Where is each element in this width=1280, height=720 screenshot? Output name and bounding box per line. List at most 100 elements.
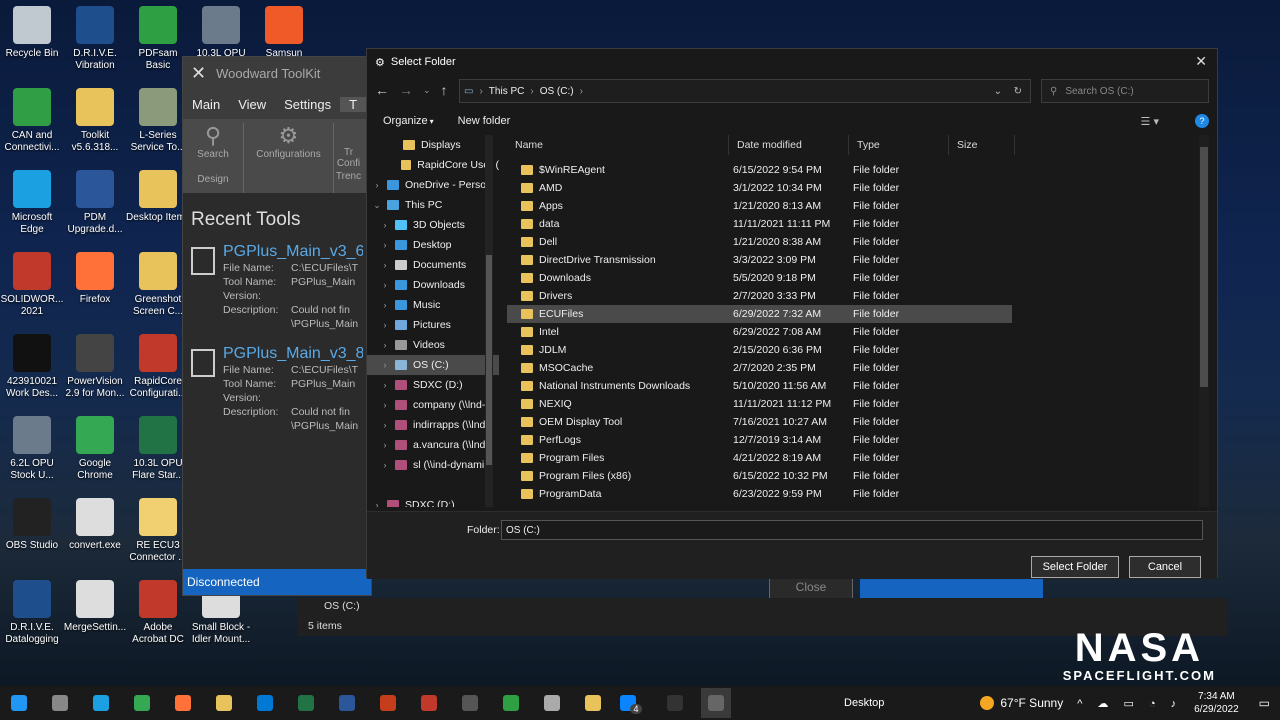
tab-view[interactable]: View: [229, 97, 275, 112]
nav-item[interactable]: › Downloads: [367, 275, 499, 295]
desktop-icon[interactable]: D.R.I.V.E. Vibration: [63, 6, 127, 72]
desktop-toolbar-label[interactable]: Desktop: [844, 697, 884, 709]
file-row[interactable]: AMD 3/1/2022 10:34 PM File folder: [507, 179, 1207, 197]
desktop-icon[interactable]: Adobe Acrobat DC: [126, 580, 190, 646]
close-icon[interactable]: ✕: [1195, 53, 1207, 70]
back-icon[interactable]: ←: [375, 82, 389, 98]
tab-main[interactable]: Main: [183, 97, 229, 112]
nav-item[interactable]: RapidCore User (: [367, 155, 499, 175]
expand-chevron-icon[interactable]: ›: [379, 280, 391, 290]
tray-icons[interactable]: ^ ☁ ▭ ◔ ♪: [1077, 697, 1182, 710]
expand-chevron-icon[interactable]: ›: [379, 320, 391, 330]
recent-tool-entry[interactable]: PGPlus_Main_v3_6 File Name: C:\ECUFiles\T T…: [183, 239, 371, 335]
expand-chevron-icon[interactable]: ›: [379, 380, 391, 390]
expand-chevron-icon[interactable]: ›: [371, 180, 383, 190]
expand-chevron-icon[interactable]: ›: [379, 360, 391, 370]
nav-item[interactable]: ⌄ This PC: [367, 195, 499, 215]
breadcrumb-os-c[interactable]: OS (C:): [540, 86, 574, 97]
nav-item[interactable]: › Documents: [367, 255, 499, 275]
desktop-icon[interactable]: PDFsam Basic: [126, 6, 190, 72]
ribbon-configurations[interactable]: ⚙ Configurations: [243, 123, 333, 193]
file-row[interactable]: Apps 1/21/2020 8:13 AM File folder: [507, 197, 1207, 215]
tools-icon[interactable]: [537, 688, 567, 718]
tab-settings[interactable]: Settings: [275, 97, 340, 112]
new-folder-button[interactable]: New folder: [458, 115, 511, 127]
desktop-icon[interactable]: Greenshot Screen C...: [126, 252, 190, 318]
desktop-icon[interactable]: 423910021 Work Des...: [0, 334, 64, 400]
nav-item[interactable]: › OneDrive - Person: [367, 175, 499, 195]
nav-item[interactable]: › OS (C:): [367, 355, 499, 375]
cancel-button[interactable]: Cancel: [1129, 556, 1201, 578]
forward-icon[interactable]: →: [399, 82, 413, 98]
expand-chevron-icon[interactable]: ›: [379, 220, 391, 230]
desktop-icon[interactable]: Recycle Bin: [0, 6, 64, 60]
column-name[interactable]: Name: [507, 135, 729, 155]
column-type[interactable]: Type: [849, 135, 949, 155]
desktop-icon[interactable]: RE ECU3 Connector ...: [126, 498, 190, 564]
expand-chevron-icon[interactable]: ›: [371, 500, 383, 507]
organize-button[interactable]: Organize: [383, 115, 428, 127]
desktop-icon[interactable]: Toolkit v5.6.318...: [63, 88, 127, 154]
nav-item[interactable]: › company (\\lnd-: [367, 395, 499, 415]
column-date-modified[interactable]: Date modified: [729, 135, 849, 155]
expand-chevron-icon[interactable]: ⌄: [371, 200, 383, 211]
powerpoint-icon[interactable]: [373, 688, 403, 718]
navigation-scrollbar[interactable]: [485, 135, 493, 507]
desktop-icon[interactable]: Google Chrome: [63, 416, 127, 482]
file-row[interactable]: DirectDrive Transmission 3/3/2022 3:09 PM…: [507, 251, 1207, 269]
select-folder-button[interactable]: Select Folder: [1031, 556, 1119, 578]
chrome-icon[interactable]: [127, 688, 157, 718]
up-icon[interactable]: ↑: [441, 82, 448, 98]
tool-link[interactable]: PGPlus_Main_v3_6: [223, 243, 363, 261]
recent-dropdown-icon[interactable]: ⌄: [423, 85, 431, 96]
file-row[interactable]: National Instruments Downloads 5/10/2020 …: [507, 377, 1207, 395]
file-row[interactable]: Program Files (x86) 6/15/2022 10:32 PM Fil…: [507, 467, 1207, 485]
nav-item[interactable]: › Desktop: [367, 235, 499, 255]
address-bar[interactable]: ▭ › This PC › OS (C:) › ⌄ ↻: [459, 79, 1031, 103]
task-view-icon[interactable]: [45, 688, 75, 718]
desktop-icon[interactable]: Microsoft Edge: [0, 170, 64, 236]
file-row[interactable]: ECUFiles 6/29/2022 7:32 AM File folder: [507, 305, 1012, 323]
nav-item[interactable]: › Pictures: [367, 315, 499, 335]
file-row[interactable]: ProgramData 6/23/2022 9:59 PM File folder: [507, 485, 1207, 503]
remote-icon[interactable]: 4: [619, 688, 649, 718]
file-list-scroll-thumb[interactable]: [1200, 147, 1208, 387]
ribbon-search[interactable]: ⚲ Search Design: [183, 123, 243, 193]
desktop-icon[interactable]: Desktop Items: [126, 170, 190, 224]
firefox-icon[interactable]: [168, 688, 198, 718]
file-row[interactable]: Dell 1/21/2020 8:38 AM File folder: [507, 233, 1207, 251]
desktop-icon[interactable]: convert.exe: [63, 498, 127, 552]
nav-item[interactable]: › SDXC (D:): [367, 375, 499, 395]
navigation-scroll-thumb[interactable]: [486, 255, 492, 465]
folder-input[interactable]: OS (C:): [501, 520, 1203, 540]
expand-chevron-icon[interactable]: ›: [379, 460, 391, 470]
word-icon[interactable]: [332, 688, 362, 718]
desktop-icon[interactable]: 6.2L OPU Stock U...: [0, 416, 64, 482]
file-row[interactable]: PerfLogs 12/7/2019 3:14 AM File folder: [507, 431, 1207, 449]
recent-tool-entry[interactable]: PGPlus_Main_v3_8 File Name: C:\ECUFiles\T T…: [183, 341, 371, 437]
woodward-icon[interactable]: [701, 688, 731, 718]
desktop-icon[interactable]: PDM Upgrade.d...: [63, 170, 127, 236]
nav-item[interactable]: › Music: [367, 295, 499, 315]
expand-chevron-icon[interactable]: ›: [379, 300, 391, 310]
expand-chevron-icon[interactable]: ›: [379, 420, 391, 430]
background-nav-item[interactable]: OS (C:): [324, 600, 360, 612]
nav-item[interactable]: › Videos: [367, 335, 499, 355]
search-input[interactable]: ⚲ Search OS (C:): [1041, 79, 1209, 103]
desktop-icon[interactable]: PowerVision 2.9 for Mon...: [63, 334, 127, 400]
desktop-icon[interactable]: Firefox: [63, 252, 127, 306]
start-icon[interactable]: [4, 688, 34, 718]
nav-item[interactable]: › indirrapps (\\lnd: [367, 415, 499, 435]
outlook-icon[interactable]: [250, 688, 280, 718]
desktop-icon[interactable]: 10.3L OPU: [189, 6, 253, 60]
expand-chevron-icon[interactable]: ›: [379, 340, 391, 350]
help-icon[interactable]: ?: [1195, 114, 1209, 128]
file-row[interactable]: $WinREAgent 6/15/2022 9:54 PM File folder: [507, 161, 1207, 179]
desktop-icon[interactable]: SOLIDWOR... 2021: [0, 252, 64, 318]
excel-icon[interactable]: [291, 688, 321, 718]
nav-item[interactable]: › 3D Objects: [367, 215, 499, 235]
file-row[interactable]: NEXIQ 11/11/2021 11:12 PM File folder: [507, 395, 1207, 413]
desktop-icon[interactable]: L-Series Service To...: [126, 88, 190, 154]
desktop-icon[interactable]: CAN and Connectivi...: [0, 88, 64, 154]
expand-chevron-icon[interactable]: ›: [379, 260, 391, 270]
